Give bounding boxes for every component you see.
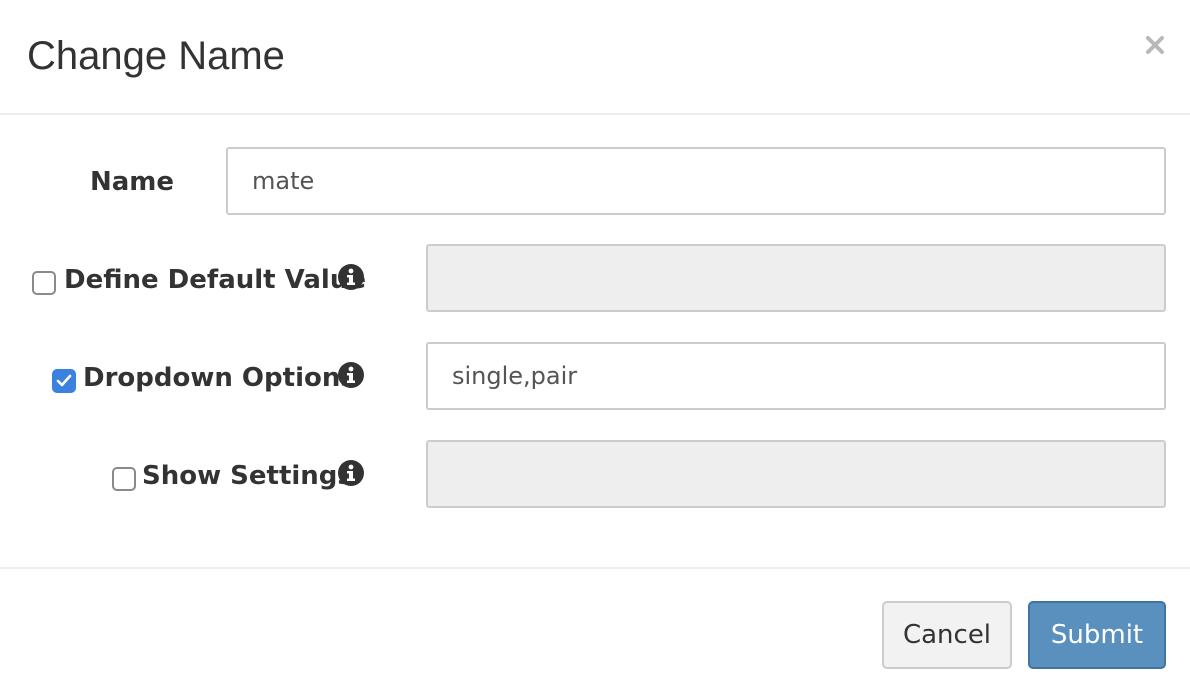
submit-button[interactable]: Submit xyxy=(1028,601,1166,669)
show-settings-input[interactable] xyxy=(426,440,1166,508)
dropdown-options-label: Dropdown Options xyxy=(83,363,356,393)
info-circle-icon[interactable] xyxy=(337,459,365,487)
info-circle-icon[interactable] xyxy=(337,361,365,389)
dropdown-options-input[interactable]: single,pair xyxy=(426,342,1166,410)
default-value-label: Define Default Value xyxy=(64,265,366,295)
dialog-footer: Cancel Submit xyxy=(0,567,1190,692)
change-name-dialog: Change Name Name mate Define Default Val… xyxy=(0,0,1190,692)
close-icon xyxy=(1146,36,1164,54)
dropdown-options-checkbox[interactable] xyxy=(52,369,76,393)
dialog-title: Change Name xyxy=(27,34,285,78)
default-value-input[interactable] xyxy=(426,244,1166,312)
dialog-header: Change Name xyxy=(0,0,1190,115)
close-button[interactable] xyxy=(1140,30,1170,60)
dialog-body: Name mate Define Default Value Dropdown … xyxy=(0,115,1190,569)
name-label: Name xyxy=(90,167,175,197)
info-circle-icon[interactable] xyxy=(337,263,365,291)
checkmark-icon xyxy=(56,374,72,387)
cancel-button[interactable]: Cancel xyxy=(882,601,1012,669)
show-settings-checkbox[interactable] xyxy=(112,467,136,491)
name-input[interactable]: mate xyxy=(226,147,1166,215)
default-value-checkbox[interactable] xyxy=(32,271,56,295)
show-settings-label: Show Settings xyxy=(142,461,353,491)
